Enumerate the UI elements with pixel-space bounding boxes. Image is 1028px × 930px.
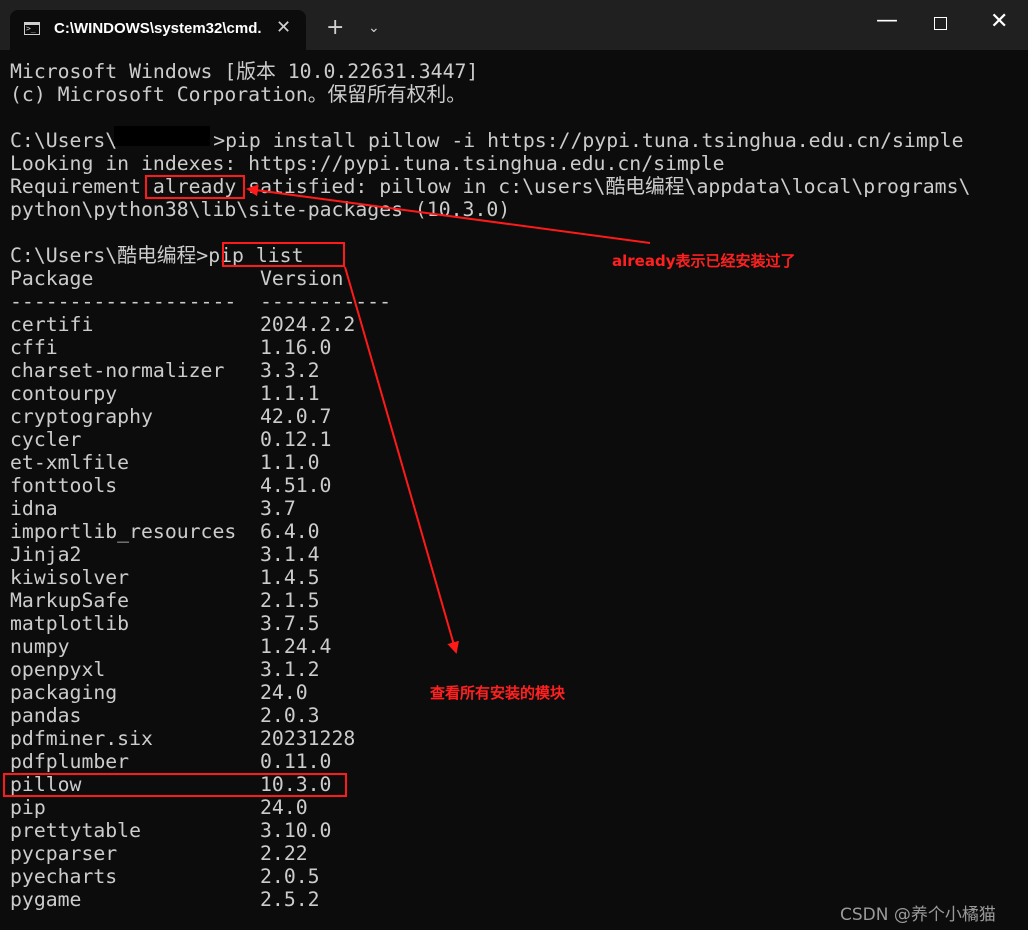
arrow-pip-list	[344, 266, 459, 654]
arrow-already	[246, 184, 651, 244]
watermark: CSDN @养个小橘猫	[840, 905, 996, 925]
annotation-already: already表示已经安装过了	[612, 252, 796, 270]
annotation-arrows	[246, 184, 651, 654]
annotation-list: 查看所有安装的模块	[430, 684, 566, 702]
